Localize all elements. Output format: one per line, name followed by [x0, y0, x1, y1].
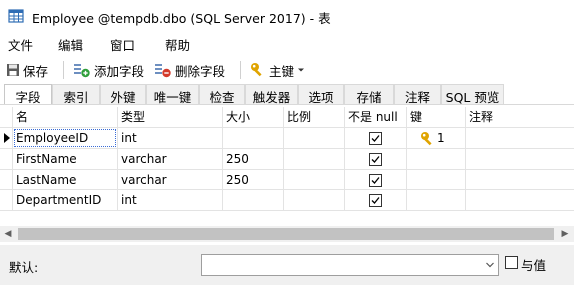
grid-line	[12, 107, 13, 210]
tab-sql-preview[interactable]: SQL 预览	[441, 84, 504, 105]
default-label: 默认:	[9, 260, 39, 275]
menu-edit[interactable]: 编辑	[58, 35, 83, 54]
field-name-cell[interactable]: FirstName	[16, 149, 77, 169]
tab-label: 触发器	[252, 90, 291, 105]
tab-options[interactable]: 选项	[298, 84, 344, 105]
save-label: 保存	[23, 63, 49, 79]
tab-label: 字段	[15, 90, 41, 105]
grid-line	[0, 148, 574, 149]
checkmark-icon	[371, 156, 380, 163]
key-icon	[251, 63, 262, 77]
field-type-cell[interactable]: int	[121, 190, 137, 210]
save-disk-icon	[7, 64, 19, 76]
add-field-label: 添加字段	[94, 63, 145, 79]
with-value-label: 与值	[521, 258, 547, 273]
field-type-cell[interactable]: varchar	[121, 170, 167, 190]
field-key-order: 1	[437, 131, 445, 145]
tab-label: 存储	[356, 90, 382, 105]
tab-label: 唯一键	[153, 90, 192, 105]
chevron-down-icon[interactable]	[297, 66, 305, 74]
grid-line	[283, 107, 284, 210]
key-icon	[421, 132, 432, 146]
field-properties-panel: 默认: 与值	[0, 245, 574, 285]
grid-line	[0, 210, 574, 211]
column-header-size[interactable]: 大小	[226, 107, 250, 127]
horizontal-scrollbar[interactable]: ◀ ▶	[0, 226, 574, 242]
tab-divider	[0, 104, 574, 105]
save-button[interactable]: 保存	[6, 60, 48, 80]
tab-unique-keys[interactable]: 唯一键	[146, 84, 199, 105]
toolbar-divider	[240, 61, 241, 79]
checkmark-icon	[371, 135, 380, 142]
tab-comments[interactable]: 注释	[394, 84, 441, 105]
menu-window[interactable]: 窗口	[110, 35, 135, 54]
tab-fields[interactable]: 字段	[4, 84, 52, 105]
column-header-key[interactable]: 键	[410, 107, 422, 127]
tab-strip: 字段 索引 外键 唯一键 检查 触发器 选项 存储 注释 SQL 预览	[0, 84, 574, 105]
column-header-scale[interactable]: 比例	[287, 107, 311, 127]
table-grid-icon	[8, 9, 24, 23]
checkmark-icon	[371, 197, 380, 204]
current-row-marker	[4, 133, 10, 143]
add-field-icon	[74, 64, 90, 78]
field-name-cell[interactable]: EmployeeID	[16, 128, 88, 148]
title-bar: Employee @tempdb.dbo (SQL Server 2017) -…	[0, 0, 574, 32]
tab-label: 检查	[209, 90, 235, 105]
column-header-not-null[interactable]: 不是 null	[348, 107, 398, 127]
scroll-left-icon[interactable]: ◀	[3, 229, 13, 239]
column-header-name[interactable]: 名	[16, 107, 28, 127]
grid-line	[406, 107, 407, 210]
tab-storage[interactable]: 存储	[344, 84, 394, 105]
grid-line	[117, 107, 118, 210]
grid-line	[222, 107, 223, 210]
column-header-comment[interactable]: 注释	[469, 107, 493, 127]
window-title: Employee @tempdb.dbo (SQL Server 2017) -…	[32, 11, 331, 26]
field-type-cell[interactable]: varchar	[121, 149, 167, 169]
grid-line	[0, 169, 574, 170]
tab-label: 索引	[63, 90, 89, 105]
delete-field-button[interactable]: 删除字段	[154, 60, 225, 80]
grid-line	[344, 107, 345, 210]
tab-label: 注释	[404, 90, 430, 105]
toolbar: 保存 添加字段 删除字段 主键	[0, 57, 574, 83]
column-header-type[interactable]: 类型	[121, 107, 145, 127]
with-value-checkbox[interactable]	[505, 256, 518, 269]
menu-bar: 文件 编辑 窗口 帮助	[0, 32, 574, 54]
not-null-checkbox[interactable]	[369, 194, 382, 207]
tab-label: SQL 预览	[445, 90, 500, 105]
primary-key-label: 主键	[269, 63, 295, 79]
not-null-checkbox[interactable]	[369, 174, 382, 187]
chevron-down-icon[interactable]	[485, 260, 495, 270]
default-value-dropdown[interactable]	[201, 254, 499, 276]
field-name-cell[interactable]: LastName	[16, 170, 76, 190]
grid-line	[465, 107, 466, 210]
tab-foreign-keys[interactable]: 外键	[100, 84, 146, 105]
field-type-cell[interactable]: int	[121, 128, 137, 148]
scrollbar-thumb[interactable]	[18, 228, 554, 240]
delete-field-label: 删除字段	[175, 63, 226, 79]
field-name-cell[interactable]: DepartmentID	[16, 190, 101, 210]
tab-label: 外键	[110, 90, 136, 105]
menu-help[interactable]: 帮助	[165, 35, 190, 54]
tab-triggers[interactable]: 触发器	[245, 84, 298, 105]
menu-file[interactable]: 文件	[8, 35, 33, 54]
not-null-checkbox[interactable]	[369, 153, 382, 166]
primary-key-button[interactable]: 主键	[250, 60, 305, 80]
scroll-right-icon[interactable]: ▶	[560, 229, 570, 239]
tab-indexes[interactable]: 索引	[52, 84, 100, 105]
field-size-cell[interactable]: 250	[226, 149, 249, 169]
toolbar-divider	[63, 61, 64, 79]
tab-checks[interactable]: 检查	[199, 84, 245, 105]
add-field-button[interactable]: 添加字段	[73, 60, 144, 80]
delete-field-icon	[155, 64, 171, 78]
fields-grid: 名 类型 大小 比例 不是 null 键 注释 EmployeeID int 1…	[0, 107, 574, 211]
not-null-checkbox[interactable]	[369, 132, 382, 145]
tab-label: 选项	[308, 90, 334, 105]
field-size-cell[interactable]: 250	[226, 170, 249, 190]
checkmark-icon	[371, 177, 380, 184]
